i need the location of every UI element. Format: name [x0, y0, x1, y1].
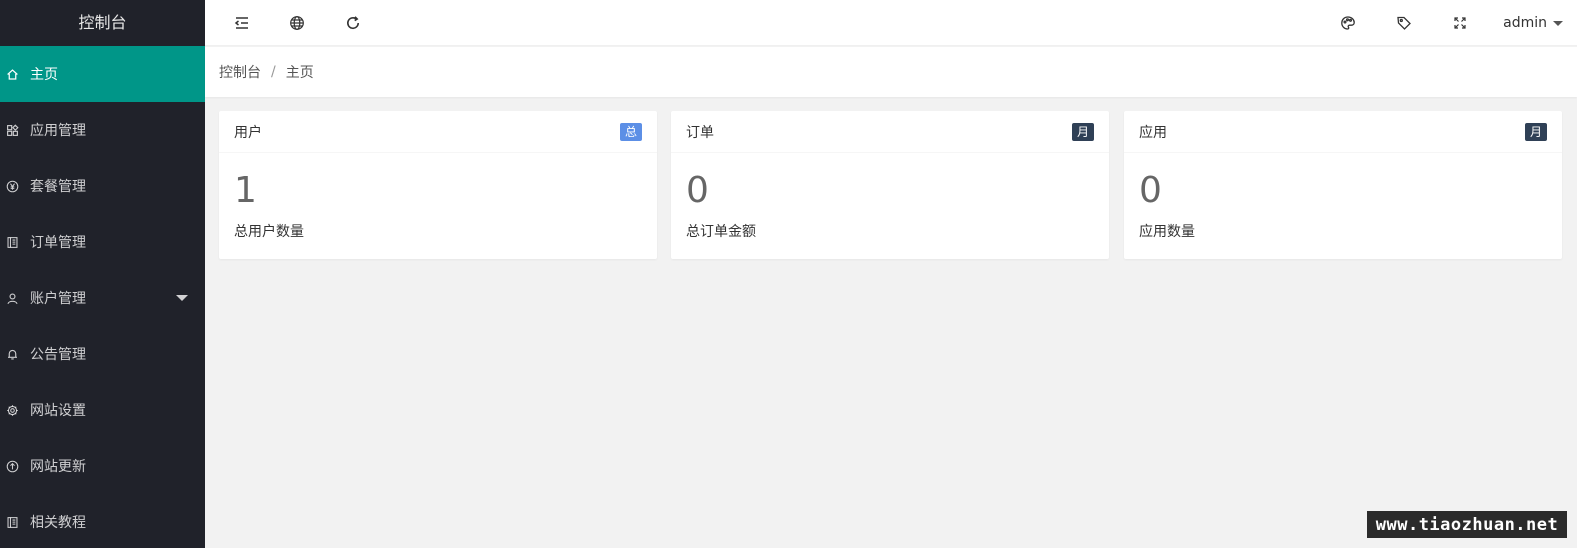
sidebar-item-packages[interactable]: 套餐管理 — [0, 158, 205, 214]
card-description: 总用户数量 — [234, 224, 304, 240]
card-badge: 总 — [619, 122, 642, 141]
book-icon — [5, 515, 19, 529]
chevron-down-icon[interactable] — [176, 295, 188, 301]
sidebar-item-label: 网站更新 — [30, 459, 86, 475]
top-header: admin — [205, 0, 1577, 46]
yen-icon — [5, 179, 19, 193]
sidebar-item-orders[interactable]: 订单管理 — [0, 214, 205, 270]
refresh-icon[interactable] — [343, 13, 363, 33]
card-value: 0 — [686, 170, 709, 211]
apps-icon — [5, 123, 19, 137]
globe-icon[interactable] — [287, 13, 307, 33]
card-value: 0 — [1139, 170, 1162, 211]
sidebar-item-label: 订单管理 — [30, 235, 86, 251]
user-menu[interactable]: admin — [1503, 0, 1563, 46]
user-icon — [5, 291, 19, 305]
menu-toggle-icon[interactable] — [232, 13, 252, 33]
card-description: 应用数量 — [1139, 224, 1195, 240]
sidebar-item-apps[interactable]: 应用管理 — [0, 102, 205, 158]
sidebar-item-tutorials[interactable]: 相关教程 — [0, 494, 205, 548]
stat-card-orders: 订单 月 0 总订单金额 — [671, 111, 1109, 259]
sidebar-item-label: 相关教程 — [30, 515, 86, 531]
sidebar-item-label: 应用管理 — [30, 123, 86, 139]
sidebar-item-site-settings[interactable]: 网站设置 — [0, 382, 205, 438]
breadcrumb-current: 主页 — [285, 65, 314, 81]
fullscreen-icon[interactable] — [1450, 13, 1470, 33]
sidebar-item-label: 账户管理 — [30, 291, 86, 307]
upload-icon — [5, 459, 19, 473]
card-title: 订单 — [686, 124, 714, 141]
card-header: 用户 总 — [219, 111, 657, 153]
card-description: 总订单金额 — [686, 224, 756, 240]
sidebar-item-label: 主页 — [30, 67, 58, 83]
palette-icon[interactable] — [1338, 13, 1358, 33]
card-badge: 月 — [1071, 122, 1094, 141]
breadcrumb-root[interactable]: 控制台 — [219, 62, 261, 82]
sidebar-logo[interactable]: 控制台 — [0, 0, 205, 46]
home-icon — [5, 67, 19, 81]
sidebar-item-label: 网站设置 — [30, 403, 86, 419]
card-value: 1 — [234, 170, 257, 211]
book-icon — [5, 235, 19, 249]
username: admin — [1503, 15, 1547, 31]
stat-card-users: 用户 总 1 总用户数量 — [219, 111, 657, 259]
card-title: 用户 — [234, 124, 262, 141]
card-header: 应用 月 — [1124, 111, 1562, 153]
card-badge: 月 — [1524, 122, 1547, 141]
sidebar-item-site-update[interactable]: 网站更新 — [0, 438, 205, 494]
tag-icon[interactable] — [1394, 13, 1414, 33]
sidebar-item-label: 公告管理 — [30, 347, 86, 363]
card-title: 应用 — [1139, 124, 1167, 141]
watermark: www.tiaozhuan.net — [1367, 511, 1567, 538]
gear-icon — [5, 403, 19, 417]
bell-icon — [5, 347, 19, 361]
breadcrumb-separator: / — [271, 64, 276, 80]
breadcrumb: 控制台 / 主页 — [205, 47, 1577, 97]
sidebar-item-announcements[interactable]: 公告管理 — [0, 326, 205, 382]
stat-card-apps: 应用 月 0 应用数量 — [1124, 111, 1562, 259]
sidebar: 控制台 主页 应用管理 套餐管理 订单管理 账户管理 公告管理 网站设置 网站更… — [0, 0, 205, 548]
sidebar-item-label: 套餐管理 — [30, 179, 86, 195]
chevron-down-icon — [1553, 20, 1563, 26]
card-header: 订单 月 — [671, 111, 1109, 153]
sidebar-item-accounts[interactable]: 账户管理 — [0, 270, 205, 326]
sidebar-item-home[interactable]: 主页 — [0, 46, 205, 102]
